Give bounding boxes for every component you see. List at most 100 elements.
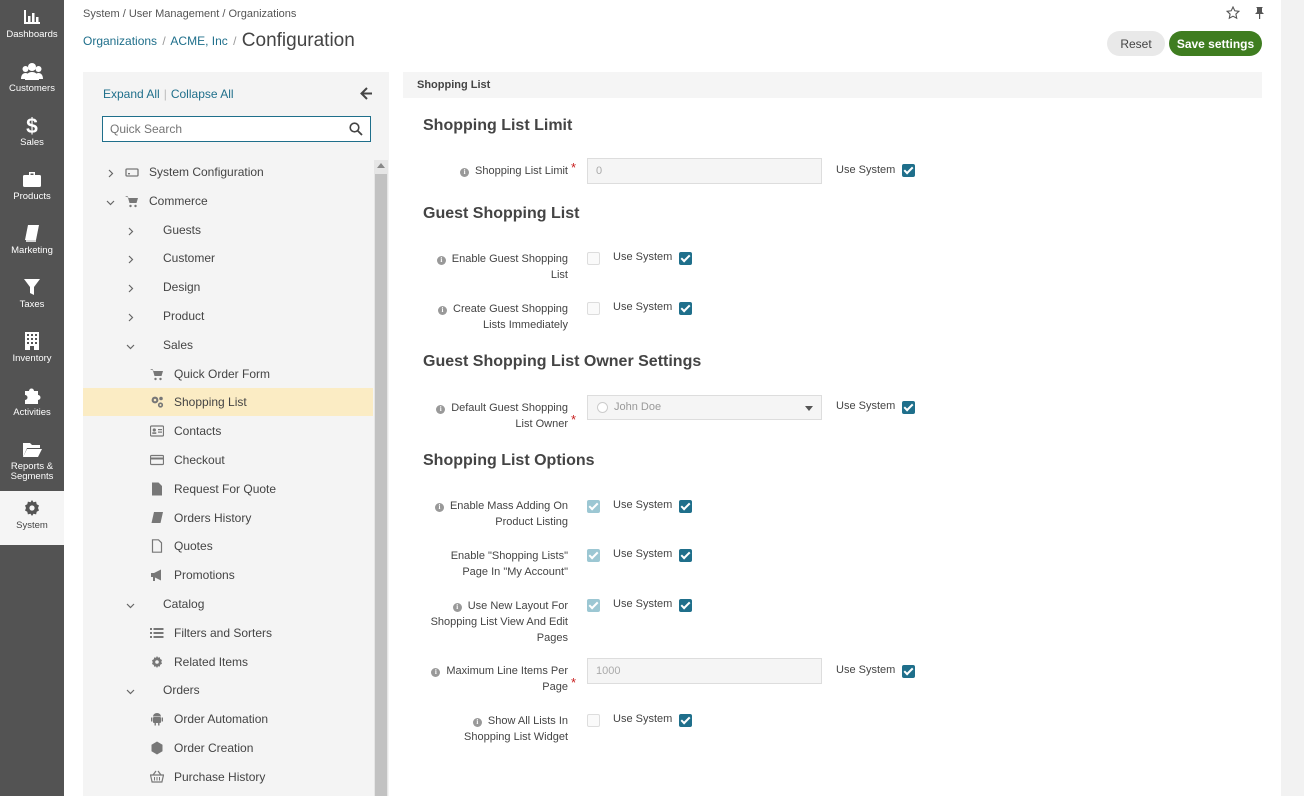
use-system-checkbox[interactable]: [679, 302, 692, 315]
tree-item[interactable]: Catalog: [83, 590, 373, 618]
chevron-down-icon[interactable]: [126, 340, 135, 350]
tree-item[interactable]: Filters and Sorters: [83, 619, 373, 647]
use-system-checkbox[interactable]: [679, 599, 692, 612]
tree-item[interactable]: Purchase History: [83, 763, 373, 791]
chevron-down-icon[interactable]: [126, 599, 135, 609]
tree-item[interactable]: Quotes: [83, 532, 373, 560]
tree-item[interactable]: Customer: [83, 244, 373, 272]
breadcrumb-organizations-link[interactable]: Organizations: [83, 34, 157, 48]
new-layout-checkbox[interactable]: [587, 599, 600, 612]
expand-all-link[interactable]: Expand All: [103, 87, 160, 101]
show-all-checkbox[interactable]: [587, 714, 600, 727]
use-system-checkbox[interactable]: [679, 252, 692, 265]
breadcrumb: Organizations / ACME, Inc / Configuratio…: [83, 30, 355, 52]
chevron-down-icon[interactable]: [126, 685, 135, 695]
tree-item-label: Customer: [163, 251, 216, 266]
enable-guest-checkbox[interactable]: [587, 252, 600, 265]
scrollbar-thumb[interactable]: [375, 174, 387, 796]
chevron-right-icon[interactable]: [126, 253, 135, 264]
star-icon[interactable]: [1225, 5, 1241, 20]
menu-item-marketing[interactable]: Marketing: [0, 216, 64, 270]
info-icon[interactable]: i: [472, 718, 482, 727]
info-icon[interactable]: i: [434, 503, 444, 512]
collapse-all-link[interactable]: Collapse All: [171, 87, 234, 101]
menu-item-taxes[interactable]: Taxes: [0, 270, 64, 324]
reset-button[interactable]: Reset: [1107, 31, 1165, 56]
use-system-checkbox[interactable]: [902, 164, 915, 177]
menu-item-system[interactable]: System: [0, 491, 64, 545]
menu-item-reports-segments[interactable]: Reports & Segments: [0, 432, 64, 490]
quick-search-input[interactable]: [102, 116, 371, 142]
tree-item[interactable]: Contacts: [83, 417, 373, 445]
tree-item[interactable]: Related Items: [83, 648, 373, 676]
use-system-checkbox[interactable]: [679, 549, 692, 562]
menu-item-inventory[interactable]: Inventory: [0, 324, 64, 378]
use-system-checkbox[interactable]: [902, 401, 915, 414]
max-line-items-input[interactable]: [587, 658, 822, 684]
tree-item[interactable]: System Configuration: [83, 158, 373, 186]
search-icon[interactable]: [349, 122, 363, 136]
shopping-list-limit-input[interactable]: [587, 158, 822, 184]
default-owner-select[interactable]: John Doe: [587, 395, 822, 420]
menu-item-activities[interactable]: Activities: [0, 378, 64, 432]
tree-item[interactable]: Orders History: [83, 504, 373, 532]
info-icon[interactable]: i: [436, 405, 446, 414]
tree-item[interactable]: Product: [83, 302, 373, 330]
tree-item[interactable]: Shopping List: [83, 388, 373, 417]
label-text: Page In "My Account": [462, 566, 568, 578]
tree-item[interactable]: Quick Order Form: [83, 360, 373, 388]
puzzle-icon: [21, 385, 43, 405]
breadcrumb-separator: /: [162, 34, 166, 48]
tree-item[interactable]: Guests: [83, 216, 373, 244]
tree-item[interactable]: Orders: [83, 676, 373, 704]
menu-item-sales[interactable]: $ Sales: [0, 108, 64, 162]
tree-item-label: System Configuration: [149, 165, 264, 179]
field-label-mass-adding: i Enable Mass Adding On Product Listing: [398, 498, 568, 530]
tree-item[interactable]: Order Automation: [83, 705, 373, 733]
scroll-up-arrow[interactable]: [377, 163, 385, 168]
sidebar-scrollbar[interactable]: [374, 160, 388, 796]
info-icon[interactable]: i: [438, 306, 448, 315]
tree-item[interactable]: Commerce: [83, 187, 373, 215]
use-system-label: Use System: [613, 251, 673, 263]
config-sidebar: Expand All| Collapse All System Configura…: [83, 72, 389, 796]
cart-icon: [150, 367, 164, 381]
tree-item[interactable]: Design: [83, 273, 373, 301]
pin-icon[interactable]: [1253, 6, 1266, 20]
credit-card-icon: [149, 453, 165, 467]
use-system-checkbox[interactable]: [679, 714, 692, 727]
tree-item[interactable]: Request For Quote: [83, 475, 373, 503]
info-icon[interactable]: i: [452, 603, 462, 612]
breadcrumb-acme-link[interactable]: ACME, Inc: [170, 34, 227, 48]
use-system-checkbox[interactable]: [679, 500, 692, 513]
tree-item[interactable]: Order Creation: [83, 734, 373, 762]
use-system-checkbox[interactable]: [902, 665, 915, 678]
menu-label: Sales: [20, 137, 44, 148]
my-account-checkbox[interactable]: [587, 549, 600, 562]
menu-item-products[interactable]: Products: [0, 162, 64, 216]
create-guest-checkbox[interactable]: [587, 302, 600, 315]
right-gutter: [1281, 0, 1304, 796]
tree-item[interactable]: Checkout: [83, 446, 373, 474]
chevron-right-icon[interactable]: [126, 282, 135, 293]
chevron-right-icon[interactable]: [106, 167, 115, 178]
info-icon[interactable]: i: [431, 668, 441, 677]
chevron-right-icon[interactable]: [126, 311, 135, 322]
tree-item[interactable]: Sales: [83, 331, 373, 359]
arrow-left-icon[interactable]: [360, 87, 373, 100]
chevron-down-icon[interactable]: [106, 196, 115, 206]
mass-adding-checkbox[interactable]: [587, 500, 600, 513]
info-icon[interactable]: i: [436, 256, 446, 265]
label-text: Enable "Shopping Lists": [450, 550, 568, 562]
tree-item[interactable]: Promotions: [83, 561, 373, 589]
field-label-create-guest: i Create Guest Shopping Lists Immediately: [398, 301, 568, 333]
label-text: Page: [542, 681, 568, 693]
menu-item-dashboards[interactable]: Dashboards: [0, 0, 64, 54]
group-title-owner: Guest Shopping List Owner Settings: [423, 353, 702, 370]
save-settings-button[interactable]: Save settings: [1169, 31, 1262, 56]
required-asterisk: *: [571, 412, 577, 427]
chevron-right-icon[interactable]: [126, 225, 135, 236]
info-icon[interactable]: i: [460, 168, 470, 177]
menu-item-customers[interactable]: Customers: [0, 54, 64, 108]
file-outline-icon: [150, 539, 164, 554]
